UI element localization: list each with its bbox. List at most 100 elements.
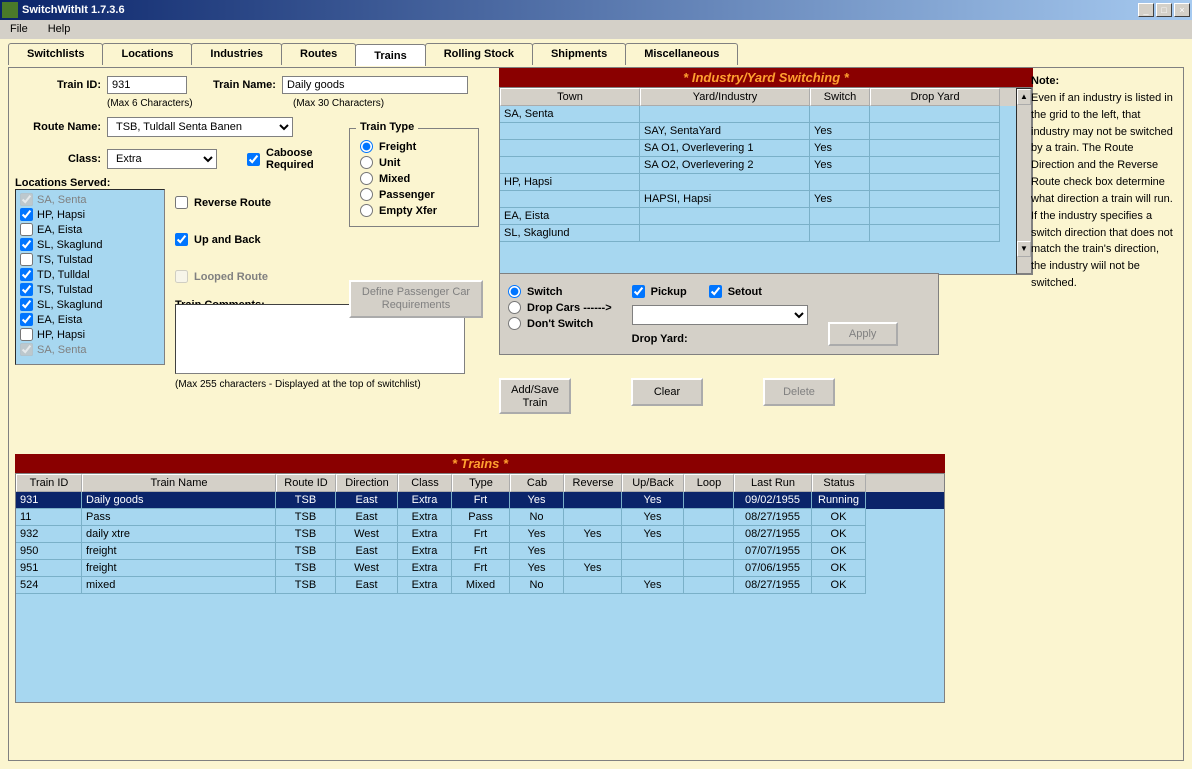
column-header[interactable]: Yard/Industry (640, 88, 810, 106)
location-checkbox[interactable] (20, 253, 33, 266)
column-header[interactable]: Reverse (564, 474, 622, 492)
table-cell (810, 225, 870, 242)
location-label: SA, Senta (37, 344, 87, 356)
tab-routes[interactable]: Routes (281, 43, 356, 65)
location-label: SL, Skaglund (37, 239, 102, 251)
table-cell: East (336, 492, 398, 509)
table-row[interactable]: SA O2, Overlevering 2Yes (500, 157, 1016, 174)
location-checkbox[interactable] (20, 343, 33, 356)
column-header[interactable]: Switch (810, 88, 870, 106)
column-header[interactable]: Train ID (16, 474, 82, 492)
table-row[interactable]: HAPSI, HapsiYes (500, 191, 1016, 208)
location-checkbox[interactable] (20, 313, 33, 326)
reverse-route-checkbox[interactable] (175, 196, 188, 209)
table-row[interactable]: 932daily xtreTSBWestExtraFrtYesYesYes08/… (16, 526, 944, 543)
table-row[interactable]: 951freightTSBWestExtraFrtYesYes07/06/195… (16, 560, 944, 577)
scroll-up-icon[interactable]: ▲ (1017, 89, 1031, 105)
train-name-input[interactable] (282, 76, 468, 94)
maximize-button[interactable]: □ (1156, 3, 1172, 17)
locations-listbox[interactable]: SA, SentaHP, HapsiEA, EistaSL, SkaglundT… (15, 189, 165, 365)
column-header[interactable]: Type (452, 474, 510, 492)
tab-locations[interactable]: Locations (102, 43, 192, 65)
list-item[interactable]: HP, Hapsi (18, 327, 162, 342)
setout-checkbox[interactable] (709, 285, 722, 298)
location-checkbox[interactable] (20, 283, 33, 296)
table-row[interactable]: SL, Skaglund (500, 225, 1016, 242)
tab-switchlists[interactable]: Switchlists (8, 43, 103, 65)
train-type-radio[interactable] (360, 204, 373, 217)
list-item[interactable]: SA, Senta (18, 192, 162, 207)
location-checkbox[interactable] (20, 298, 33, 311)
location-checkbox[interactable] (20, 208, 33, 221)
table-row[interactable]: EA, Eista (500, 208, 1016, 225)
dont-switch-radio[interactable] (508, 317, 521, 330)
menu-help[interactable]: Help (44, 22, 75, 37)
column-header[interactable]: Status (812, 474, 866, 492)
caboose-checkbox[interactable] (247, 153, 260, 166)
column-header[interactable]: Route ID (276, 474, 336, 492)
clear-button[interactable]: Clear (631, 378, 703, 406)
train-type-radio[interactable] (360, 188, 373, 201)
tab-shipments[interactable]: Shipments (532, 43, 626, 65)
table-cell: 07/07/1955 (734, 543, 812, 560)
scroll-down-icon[interactable]: ▼ (1017, 241, 1031, 257)
list-item[interactable]: SL, Skaglund (18, 297, 162, 312)
column-header[interactable]: Class (398, 474, 452, 492)
column-header[interactable]: Last Run (734, 474, 812, 492)
menu-file[interactable]: File (6, 22, 32, 37)
table-row[interactable]: SA, Senta (500, 106, 1016, 123)
table-cell (870, 123, 1000, 140)
tab-industries[interactable]: Industries (191, 43, 282, 65)
list-item[interactable]: SA, Senta (18, 342, 162, 357)
column-header[interactable]: Loop (684, 474, 734, 492)
table-row[interactable]: HP, Hapsi (500, 174, 1016, 191)
dont-switch-label: Don't Switch (527, 318, 593, 330)
location-checkbox[interactable] (20, 328, 33, 341)
list-item[interactable]: TS, Tulstad (18, 252, 162, 267)
class-select[interactable]: Extra (107, 149, 217, 169)
table-row[interactable]: 524mixedTSBEastExtraMixedNoYes08/27/1955… (16, 577, 944, 594)
train-type-radio[interactable] (360, 172, 373, 185)
location-checkbox[interactable] (20, 193, 33, 206)
table-cell (640, 174, 810, 191)
train-id-hint: (Max 6 Characters) (107, 98, 207, 109)
pickup-label: Pickup (651, 286, 687, 298)
tab-miscellaneous[interactable]: Miscellaneous (625, 43, 738, 65)
table-row[interactable]: 950freightTSBEastExtraFrtYes07/07/1955OK (16, 543, 944, 560)
pickup-checkbox[interactable] (632, 285, 645, 298)
table-row[interactable]: 931Daily goodsTSBEastExtraFrtYesYes09/02… (16, 492, 944, 509)
switch-radio[interactable] (508, 285, 521, 298)
table-row[interactable]: 11PassTSBEastExtraPassNoYes08/27/1955OK (16, 509, 944, 526)
list-item[interactable]: TS, Tulstad (18, 282, 162, 297)
tab-trains[interactable]: Trains (355, 44, 425, 66)
location-checkbox[interactable] (20, 223, 33, 236)
drop-cars-radio[interactable] (508, 301, 521, 314)
add-save-train-button[interactable]: Add/Save Train (499, 378, 571, 414)
column-header[interactable]: Direction (336, 474, 398, 492)
route-name-select[interactable]: TSB, Tuldall Senta Banen (107, 117, 293, 137)
train-type-radio[interactable] (360, 156, 373, 169)
column-header[interactable]: Town (500, 88, 640, 106)
up-and-back-checkbox[interactable] (175, 233, 188, 246)
train-id-input[interactable] (107, 76, 187, 94)
tab-rolling-stock[interactable]: Rolling Stock (425, 43, 533, 65)
list-item[interactable]: HP, Hapsi (18, 207, 162, 222)
close-button[interactable]: × (1174, 3, 1190, 17)
switching-scrollbar[interactable]: ▲ ▼ (1016, 88, 1032, 274)
train-type-radio[interactable] (360, 140, 373, 153)
column-header[interactable]: Drop Yard (870, 88, 1000, 106)
list-item[interactable]: EA, Eista (18, 222, 162, 237)
drop-cars-select[interactable] (632, 305, 808, 325)
table-row[interactable]: SAY, SentaYardYes (500, 123, 1016, 140)
column-header[interactable]: Up/Back (622, 474, 684, 492)
table-cell: HP, Hapsi (500, 174, 640, 191)
table-row[interactable]: SA O1, Overlevering 1Yes (500, 140, 1016, 157)
list-item[interactable]: TD, Tulldal (18, 267, 162, 282)
minimize-button[interactable]: _ (1138, 3, 1154, 17)
location-checkbox[interactable] (20, 268, 33, 281)
location-checkbox[interactable] (20, 238, 33, 251)
list-item[interactable]: EA, Eista (18, 312, 162, 327)
column-header[interactable]: Cab (510, 474, 564, 492)
list-item[interactable]: SL, Skaglund (18, 237, 162, 252)
column-header[interactable]: Train Name (82, 474, 276, 492)
